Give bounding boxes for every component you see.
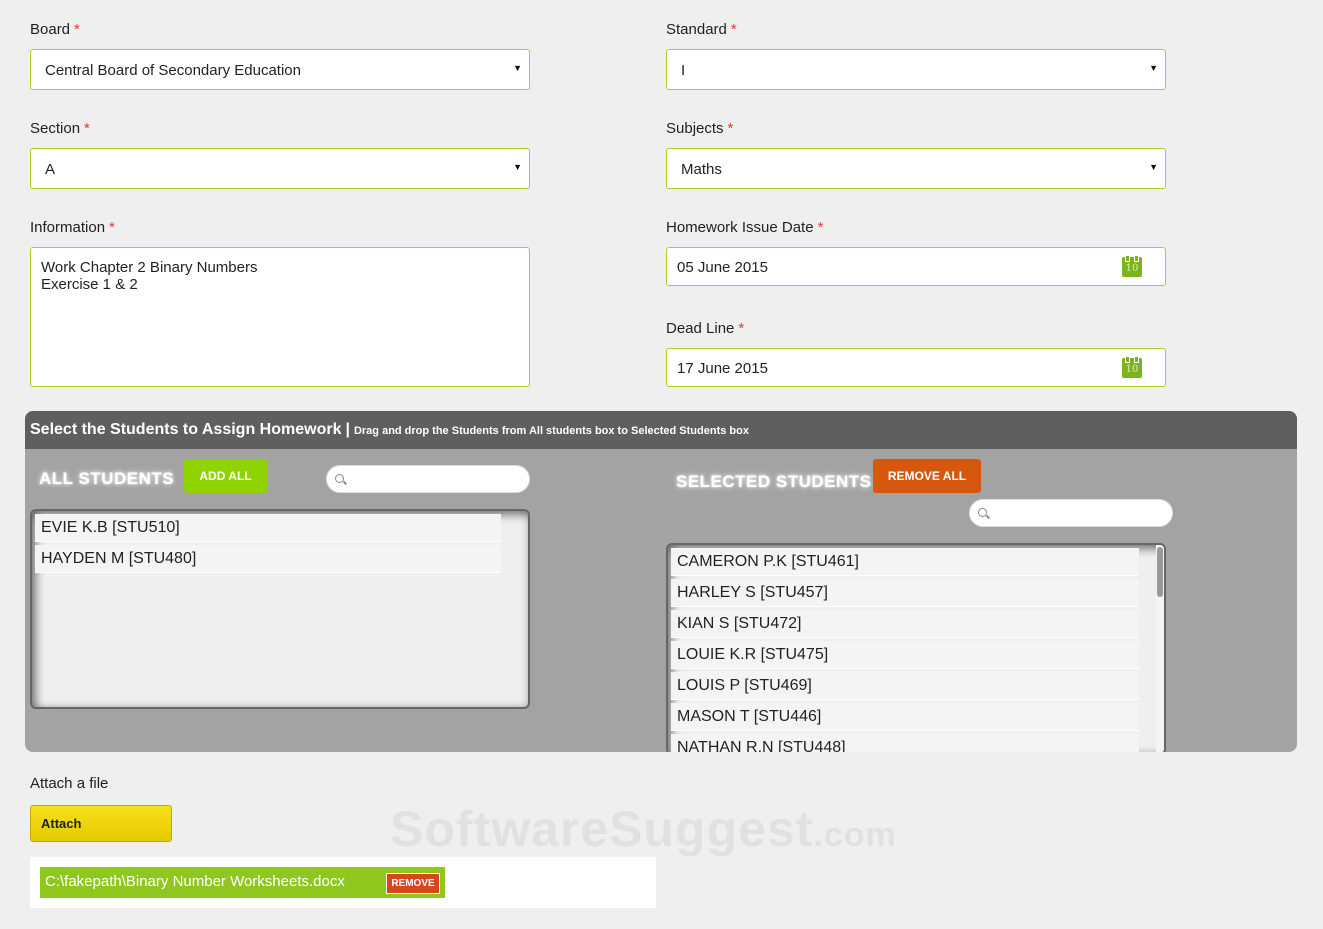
deadline-input[interactable]: 17 June 2015 10 [666,348,1166,387]
section-select[interactable]: A ▼ [30,148,530,189]
section-label: Section * [30,120,90,137]
subjects-label: Subjects * [666,120,734,137]
required-mark: * [727,120,734,137]
section-value: A [45,161,56,178]
issue-date-value: 05 June 2015 [677,259,768,276]
attached-file-chip: C:\fakepath\Binary Number Worksheets.doc… [40,867,445,898]
required-mark: * [730,21,737,38]
assign-students-panel: Select the Students to Assign Homework | D… [25,411,1297,752]
student-list-item[interactable]: LOUIE K.R [STU475] [671,641,1139,669]
selected-students-title: SELECTED STUDENTS [676,472,872,491]
information-textarea[interactable]: Work Chapter 2 Binary Numbers Exercise 1… [30,247,530,387]
search-icon [335,474,344,483]
board-select[interactable]: Central Board of Secondary Education ▼ [30,49,530,90]
panel-title: Select the Students to Assign Homework [30,421,342,438]
scrollbar-track[interactable] [1156,545,1164,752]
all-students-list[interactable]: EVIE K.B [STU510] HAYDEN M [STU480] [30,509,530,709]
selected-students-items: CAMERON P.K [STU461] HARLEY S [STU457] KIA… [668,548,1146,752]
all-students-items: EVIE K.B [STU510] HAYDEN M [STU480] [32,514,528,573]
student-list-item[interactable]: LOUIS P [STU469] [671,672,1139,700]
board-value: Central Board of Secondary Education [45,62,301,79]
subjects-select[interactable]: Maths ▼ [666,148,1166,189]
student-list-item[interactable]: HAYDEN M [STU480] [35,545,501,573]
watermark-logo: SoftwareSuggest.com [390,801,897,857]
required-mark: * [109,219,115,236]
student-list-item[interactable]: EVIE K.B [STU510] [35,514,501,542]
attach-label: Attach a file [30,775,109,792]
standard-value: I [681,62,686,79]
attached-files-area: C:\fakepath\Binary Number Worksheets.doc… [30,857,656,908]
panel-header: Select the Students to Assign Homework | D… [25,411,1297,449]
board-label: Board * [30,21,80,38]
required-mark: * [74,21,80,38]
student-list-item[interactable]: KIAN S [STU472] [671,610,1139,638]
attached-file-name: C:\fakepath\Binary Number Worksheets.doc… [45,873,345,890]
student-list-item[interactable]: MASON T [STU446] [671,703,1139,731]
standard-label: Standard * [666,21,737,38]
required-mark: * [817,219,824,236]
remove-file-button[interactable]: REMOVE [386,873,440,894]
all-students-title: ALL STUDENTS [39,469,175,488]
issue-date-input[interactable]: 05 June 2015 10 [666,247,1166,286]
add-all-button[interactable]: ADD ALL [184,459,267,493]
required-mark: * [738,320,745,337]
selected-students-list[interactable]: CAMERON P.K [STU461] HARLEY S [STU457] KIA… [666,543,1166,752]
dropdown-arrow-icon: ▼ [513,162,522,172]
subjects-value: Maths [681,161,722,178]
scrollbar-thumb[interactable] [1157,547,1163,597]
calendar-icon[interactable]: 10 [1122,356,1142,378]
issue-date-label: Homework Issue Date * [666,219,824,236]
student-list-item[interactable]: HARLEY S [STU457] [671,579,1139,607]
search-icon [978,508,987,517]
dropdown-arrow-icon: ▼ [513,63,522,73]
panel-hint: Drag and drop the Students from All stud… [353,425,749,437]
student-list-item[interactable]: CAMERON P.K [STU461] [671,548,1139,576]
standard-select[interactable]: I ▼ [666,49,1166,90]
panel-separator: | [345,421,350,438]
student-list-item[interactable]: NATHAN R.N [STU448] [671,734,1139,752]
calendar-icon[interactable]: 10 [1122,255,1142,277]
deadline-value: 17 June 2015 [677,360,768,377]
information-label: Information * [30,219,115,236]
deadline-label: Dead Line * [666,320,745,337]
selected-students-search-input[interactable] [969,499,1173,527]
remove-all-button[interactable]: REMOVE ALL [873,459,981,493]
required-mark: * [84,120,90,137]
all-students-search-input[interactable] [326,465,530,493]
dropdown-arrow-icon: ▼ [1149,63,1158,73]
attach-button[interactable]: Attach [30,805,172,842]
dropdown-arrow-icon: ▼ [1149,162,1158,172]
